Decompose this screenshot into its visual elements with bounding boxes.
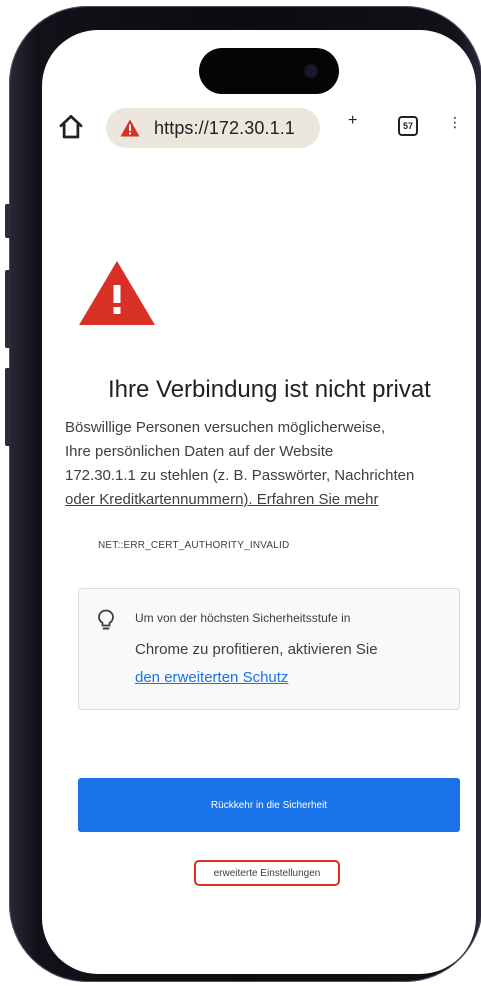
tab-switcher-button[interactable]: 57 [398,116,418,136]
new-tab-button[interactable]: + [348,112,357,130]
phone-frame: https://172.30.1.1 + 57 ⋮ Ihre Verbindun… [5,6,481,982]
tip-line-2: Chrome zu profitieren, aktivieren Sie [135,641,378,658]
enhanced-protection-link-text[interactable]: den erweiterten Schutz [135,669,288,686]
tip-line-1: Um von der höchsten Sicherheitsstufe in [135,611,351,625]
action-button [5,204,10,238]
browser-toolbar: https://172.30.1.1 + 57 ⋮ [42,102,476,154]
camera-lens [305,65,317,77]
description-line-1: Böswillige Personen versuchen möglicherw… [65,419,386,436]
large-warning-icon [79,261,155,325]
description-line-2: Ihre persönlichen Daten auf der Website [65,443,334,460]
warning-description: Böswillige Personen versuchen möglicherw… [65,416,469,512]
volume-down-button [5,368,10,446]
home-icon[interactable] [56,112,86,142]
overflow-menu-icon[interactable]: ⋮ [448,114,462,131]
description-line-3: 172.30.1.1 zu stehlen (z. B. Passwörter,… [65,467,415,484]
not-secure-warning-icon[interactable] [120,119,140,137]
volume-up-button [5,270,10,348]
learn-more-link[interactable]: oder Kreditkartennummern). Erfahren Sie … [65,488,469,512]
phone-screen: https://172.30.1.1 + 57 ⋮ Ihre Verbindun… [42,30,476,974]
page-title: Ihre Verbindung ist nicht privat [108,376,431,403]
address-bar[interactable]: https://172.30.1.1 [106,108,320,148]
advanced-settings-button[interactable]: erweiterte Einstellungen [194,860,340,886]
dynamic-island [199,48,339,94]
url-text: https://172.30.1.1 [154,118,295,138]
error-code: NET::ERR_CERT_AUTHORITY_INVALID [98,540,290,551]
enhanced-protection-link[interactable]: den erweiterten Schutz [135,669,288,686]
lightbulb-icon [98,609,114,630]
back-to-safety-button[interactable]: Rückkehr in die Sicherheit [78,778,460,832]
enhanced-protection-tip: Um von der höchsten Sicherheitsstufe in … [78,588,460,710]
